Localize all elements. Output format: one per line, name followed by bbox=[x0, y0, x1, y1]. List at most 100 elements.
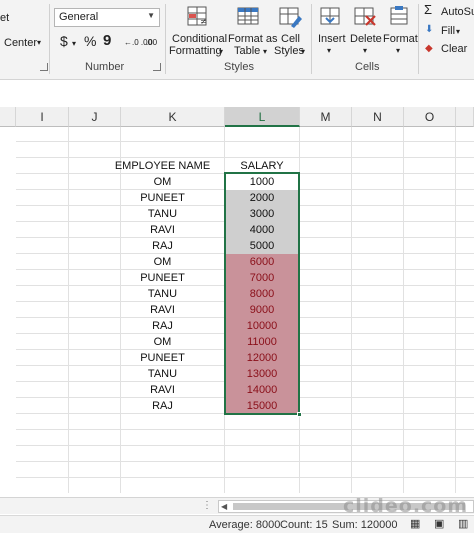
eraser-icon[interactable]: ◆ bbox=[425, 43, 433, 55]
chevron-down-icon[interactable]: ▾ bbox=[327, 45, 331, 57]
merge-center-button[interactable]: Center bbox=[4, 37, 37, 49]
salary-cell[interactable]: 15000 bbox=[225, 398, 299, 414]
employee-name-cell[interactable]: PUNEET bbox=[85, 270, 240, 286]
format-button[interactable]: Format bbox=[383, 33, 418, 45]
fill-down-icon[interactable]: ⬇ bbox=[425, 24, 433, 36]
salary-cell[interactable]: 1000 bbox=[225, 174, 299, 190]
format-as-table-icon[interactable] bbox=[235, 4, 261, 28]
chevron-down-icon[interactable]: ▾ bbox=[219, 46, 223, 58]
status-average[interactable]: Average: 8000 bbox=[209, 519, 280, 531]
salary-cell[interactable]: 2000 bbox=[225, 190, 299, 206]
employee-name-cell[interactable]: TANU bbox=[85, 286, 240, 302]
styles-group-label: Styles bbox=[224, 61, 254, 73]
column-header-p[interactable] bbox=[456, 107, 474, 127]
status-count[interactable]: Count: 15 bbox=[280, 519, 328, 531]
excel-window: et Center ▾ General ▼ $ ▾ % 9 ←.0 .00 .0… bbox=[0, 0, 474, 533]
salary-cell[interactable]: 6000 bbox=[225, 254, 299, 270]
grid-line bbox=[403, 127, 404, 493]
grid-line bbox=[455, 127, 456, 493]
fill-handle[interactable] bbox=[297, 412, 302, 417]
chevron-down-icon[interactable]: ▾ bbox=[456, 26, 460, 38]
delete-cells-icon[interactable] bbox=[352, 4, 378, 28]
page-layout-view-icon[interactable]: ▣ bbox=[434, 518, 444, 530]
format-cells-icon[interactable] bbox=[386, 4, 412, 28]
employee-name-cell[interactable]: RAVI bbox=[85, 302, 240, 318]
normal-view-icon[interactable]: ▦ bbox=[410, 518, 420, 530]
svg-text:≠: ≠ bbox=[200, 17, 207, 26]
percent-button[interactable]: % bbox=[84, 34, 96, 48]
format-as-table-label2[interactable]: Table bbox=[234, 45, 260, 57]
column-header-o[interactable]: O bbox=[404, 107, 456, 127]
currency-button[interactable]: $ bbox=[60, 34, 68, 48]
formula-area-gap bbox=[0, 81, 474, 107]
column-header-m[interactable]: M bbox=[300, 107, 352, 127]
number-format-value: General bbox=[59, 11, 99, 23]
salary-cell[interactable]: 10000 bbox=[225, 318, 299, 334]
insert-cells-icon[interactable] bbox=[318, 4, 344, 28]
grid-line bbox=[16, 141, 474, 142]
status-sum[interactable]: Sum: 120000 bbox=[332, 519, 397, 531]
conditional-formatting-label2[interactable]: Formatting bbox=[169, 45, 222, 57]
employee-name-cell[interactable]: PUNEET bbox=[85, 350, 240, 366]
grid-line bbox=[16, 461, 474, 462]
group-divider bbox=[165, 4, 166, 74]
launcher-icon[interactable] bbox=[153, 63, 161, 71]
column-header-k[interactable]: K bbox=[121, 107, 225, 127]
employee-name-cell[interactable]: RAJ bbox=[85, 398, 240, 414]
insert-button[interactable]: Insert bbox=[318, 33, 346, 45]
chevron-down-icon[interactable]: ▾ bbox=[396, 45, 400, 57]
employee-name-cell[interactable]: RAJ bbox=[85, 318, 240, 334]
employee-name-cell[interactable]: OM bbox=[85, 334, 240, 350]
clear-button[interactable]: Clear bbox=[441, 43, 467, 55]
salary-cell[interactable]: 14000 bbox=[225, 382, 299, 398]
scroll-left-icon[interactable]: ◀ bbox=[221, 501, 227, 513]
salary-cell[interactable]: 13000 bbox=[225, 366, 299, 382]
column-header-n[interactable]: N bbox=[352, 107, 404, 127]
tab-split-handle-icon[interactable]: ⋮ bbox=[202, 500, 212, 512]
grid-line bbox=[351, 127, 352, 493]
cell-styles-label1[interactable]: Cell bbox=[281, 33, 300, 45]
employee-name-cell[interactable]: OM bbox=[85, 174, 240, 190]
chevron-down-icon[interactable]: ▾ bbox=[37, 37, 41, 49]
delete-button[interactable]: Delete bbox=[350, 33, 382, 45]
number-format-dropdown[interactable]: General ▼ bbox=[54, 8, 160, 27]
header-salary[interactable]: SALARY bbox=[225, 158, 299, 174]
fill-button[interactable]: Fill bbox=[441, 25, 455, 37]
employee-name-cell[interactable]: OM bbox=[85, 254, 240, 270]
page-break-view-icon[interactable]: ▥ bbox=[458, 518, 468, 530]
chevron-down-icon[interactable]: ▾ bbox=[301, 46, 305, 58]
worksheet-grid[interactable]: EMPLOYEE NAME SALARY OM 1000 PUNEET 2000… bbox=[16, 127, 474, 493]
header-employee-name[interactable]: EMPLOYEE NAME bbox=[85, 158, 240, 174]
column-header-j[interactable]: J bbox=[69, 107, 121, 127]
employee-name-cell[interactable]: PUNEET bbox=[85, 190, 240, 206]
column-header-l[interactable]: L bbox=[225, 107, 300, 127]
employee-name-cell[interactable]: RAVI bbox=[85, 222, 240, 238]
conditional-formatting-label1[interactable]: Conditional bbox=[172, 33, 227, 45]
comma-style-button[interactable]: 9 bbox=[103, 33, 111, 48]
employee-name-cell[interactable]: RAJ bbox=[85, 238, 240, 254]
salary-cell[interactable]: 3000 bbox=[225, 206, 299, 222]
employee-name-cell[interactable]: TANU bbox=[85, 366, 240, 382]
autosum-icon[interactable]: Σ bbox=[424, 3, 432, 16]
status-bar: Average: 8000 Count: 15 Sum: 120000 ▦ ▣ … bbox=[0, 515, 474, 533]
salary-cell[interactable]: 7000 bbox=[225, 270, 299, 286]
cell-styles-label2[interactable]: Styles bbox=[274, 45, 304, 57]
salary-cell[interactable]: 11000 bbox=[225, 334, 299, 350]
employee-name-cell[interactable]: RAVI bbox=[85, 382, 240, 398]
employee-name-cell[interactable]: TANU bbox=[85, 206, 240, 222]
salary-cell[interactable]: 12000 bbox=[225, 350, 299, 366]
select-all-corner[interactable] bbox=[0, 107, 16, 127]
salary-cell[interactable]: 5000 bbox=[225, 238, 299, 254]
format-as-table-label1[interactable]: Format as bbox=[228, 33, 278, 45]
column-header-i[interactable]: I bbox=[16, 107, 69, 127]
salary-cell[interactable]: 4000 bbox=[225, 222, 299, 238]
chevron-down-icon[interactable]: ▾ bbox=[263, 46, 267, 58]
autosum-button[interactable]: AutoSu bbox=[441, 6, 474, 18]
chevron-down-icon[interactable]: ▾ bbox=[72, 38, 76, 50]
conditional-formatting-icon[interactable]: ≠ bbox=[185, 4, 211, 28]
salary-cell[interactable]: 8000 bbox=[225, 286, 299, 302]
chevron-down-icon[interactable]: ▾ bbox=[363, 45, 367, 57]
decrease-decimal-button[interactable]: .00 →.0 bbox=[146, 37, 160, 49]
salary-cell[interactable]: 9000 bbox=[225, 302, 299, 318]
cell-styles-icon[interactable] bbox=[277, 4, 303, 28]
